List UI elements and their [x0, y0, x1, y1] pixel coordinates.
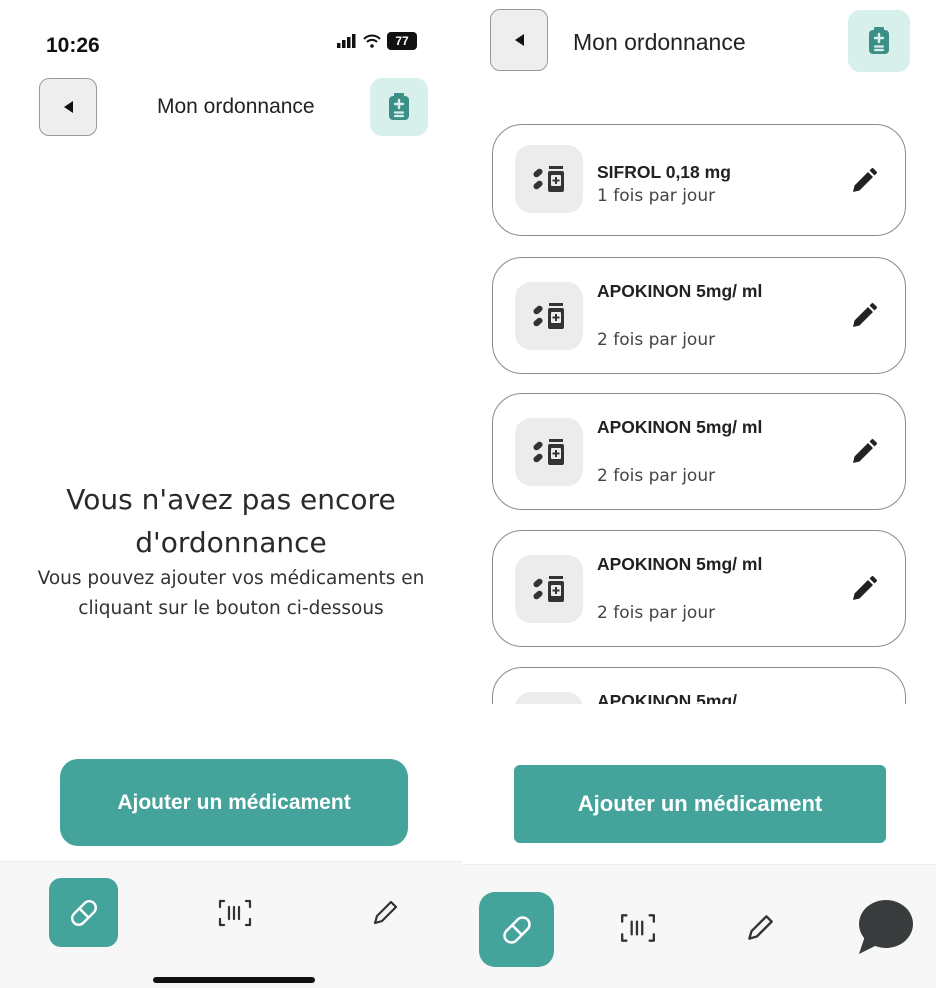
nav-item-scan[interactable]: [602, 892, 674, 964]
pill-icon: [502, 915, 531, 944]
medication-name: APOKINON 5mg/ ml: [597, 281, 763, 301]
back-arrow-icon: [514, 34, 524, 46]
chat-button[interactable]: [848, 890, 922, 964]
add-medication-button[interactable]: Ajouter un médicament: [514, 765, 886, 843]
nav-item-scan[interactable]: [200, 878, 269, 947]
medication-card[interactable]: APOKINON 5mg/ ml 2 fois par jour: [492, 393, 906, 510]
nav-item-medications[interactable]: [49, 878, 118, 947]
medicine-bottle-icon: [533, 166, 564, 192]
back-arrow-icon: [63, 101, 73, 113]
medication-card[interactable]: APOKINON 5mg/: [492, 667, 906, 704]
edit-medication-button[interactable]: [847, 435, 881, 469]
edit-pencil-icon: [853, 168, 877, 192]
status-time: 10:26: [46, 34, 100, 57]
page-title: Mon ordonnance: [573, 29, 746, 55]
nav-item-edit[interactable]: [350, 878, 419, 947]
medication-frequency: 2 fois par jour: [597, 466, 716, 486]
medication-icon-box: [515, 145, 583, 213]
wifi-icon: [363, 34, 381, 48]
prescription-button[interactable]: [370, 78, 428, 136]
pencil-icon: [373, 900, 397, 924]
medication-icon-box: [515, 282, 583, 350]
medication-name: APOKINON 5mg/ ml: [597, 417, 763, 437]
medication-frequency: 1 fois par jour: [597, 186, 716, 206]
chat-bubble-icon: [859, 900, 913, 954]
medicine-bottle-icon: [533, 576, 564, 602]
battery-icon: 77: [387, 32, 417, 50]
prescription-icon: [389, 93, 409, 120]
add-medication-button[interactable]: Ajouter un médicament: [60, 759, 408, 846]
home-indicator: [153, 977, 315, 983]
edit-medication-button[interactable]: [847, 572, 881, 606]
edit-medication-button[interactable]: [847, 299, 881, 333]
medication-name: APOKINON 5mg/ ml: [597, 554, 763, 574]
edit-medication-button[interactable]: [847, 164, 881, 198]
medication-frequency: 2 fois par jour: [597, 330, 716, 350]
page-title: Mon ordonnance: [157, 95, 315, 118]
status-icons: 77: [337, 32, 417, 50]
edit-pencil-icon: [853, 576, 877, 600]
empty-state-description: Vous pouvez ajouter vos médicaments en c…: [37, 568, 425, 619]
pencil-icon: [748, 915, 773, 940]
medication-icon-box: [515, 692, 583, 704]
medication-name: SIFROL 0,18 mg: [597, 162, 731, 182]
medication-card[interactable]: APOKINON 5mg/ ml 2 fois par jour: [492, 530, 906, 647]
nav-item-edit[interactable]: [724, 892, 796, 964]
medication-frequency: 2 fois par jour: [597, 603, 716, 623]
prescription-icon: [869, 27, 889, 54]
medication-list[interactable]: SIFROL 0,18 mg 1 fois par jour APOKINON …: [492, 120, 912, 704]
empty-prescription-screen: 10:26 77 Mon ordonnance Vous n'avez pas …: [0, 0, 462, 988]
barcode-scan-icon: [621, 914, 655, 942]
prescription-button[interactable]: [848, 10, 910, 72]
medicine-bottle-icon: [533, 439, 564, 465]
signal-icon: [337, 34, 356, 48]
medication-card[interactable]: SIFROL 0,18 mg 1 fois par jour: [492, 124, 906, 236]
medication-card[interactable]: APOKINON 5mg/ ml 2 fois par jour: [492, 257, 906, 374]
medication-icon-box: [515, 418, 583, 486]
empty-state-title: Vous n'avez pas encore d'ordonnance: [66, 483, 396, 559]
bottom-navigation: [0, 861, 462, 988]
edit-pencil-icon: [853, 303, 877, 327]
bottom-navigation: [462, 864, 936, 988]
back-button[interactable]: [39, 78, 97, 136]
medication-icon-box: [515, 555, 583, 623]
barcode-scan-icon: [218, 899, 251, 926]
back-button[interactable]: [490, 9, 548, 71]
medication-name: APOKINON 5mg/: [597, 691, 738, 704]
edit-pencil-icon: [853, 439, 877, 463]
nav-item-medications[interactable]: [479, 892, 554, 967]
medicine-bottle-icon: [533, 303, 564, 329]
prescription-list-screen: Mon ordonnance SIFROL 0,18 mg 1 fois par…: [462, 0, 936, 988]
pill-icon: [70, 899, 97, 926]
